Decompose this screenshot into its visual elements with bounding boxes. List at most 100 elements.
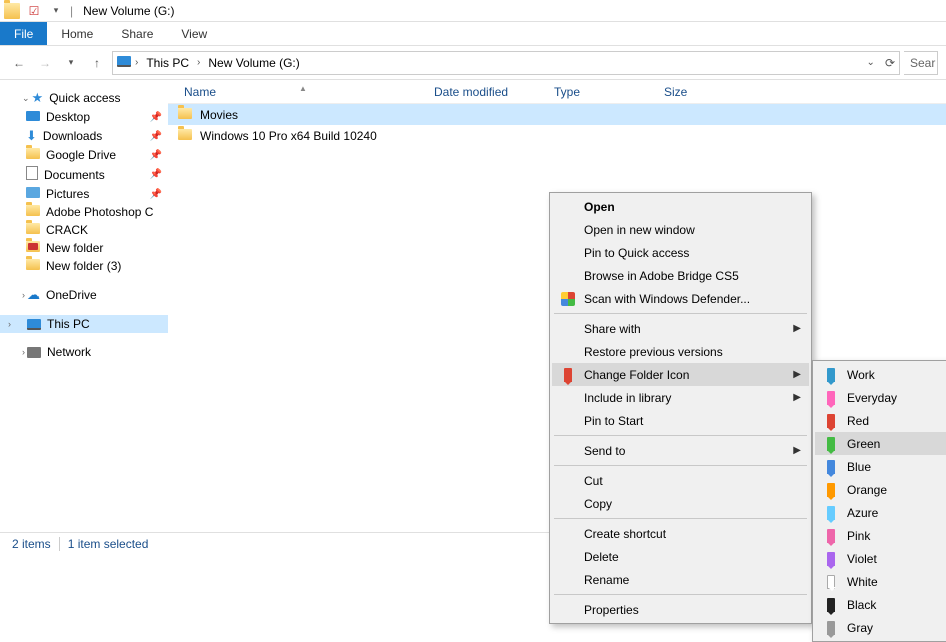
column-size[interactable]: Size <box>658 85 728 99</box>
title-bar: ☑ ▾ | New Volume (G:) <box>0 0 946 22</box>
forward-button[interactable]: → <box>34 52 56 74</box>
submenu-azure[interactable]: Azure <box>815 501 946 524</box>
sidebar-this-pc[interactable]: › This PC <box>0 315 168 333</box>
context-menu: Open Open in new window Pin to Quick acc… <box>549 192 812 624</box>
caret-icon[interactable]: ⌄ <box>22 93 30 104</box>
refresh-button[interactable]: ⟳ <box>885 56 895 70</box>
pc-icon <box>27 319 41 330</box>
menu-browse-bridge[interactable]: Browse in Adobe Bridge CS5 <box>552 264 809 287</box>
submenu-work[interactable]: Work▶ <box>815 363 946 386</box>
chevron-down-icon[interactable]: ▾ <box>48 3 64 19</box>
crumb-volume[interactable]: New Volume (G:) <box>204 56 303 70</box>
menu-pin-quick-access[interactable]: Pin to Quick access <box>552 241 809 264</box>
tab-home[interactable]: Home <box>47 22 107 45</box>
downloads-icon: ⬇ <box>26 128 37 144</box>
menu-scan-defender[interactable]: Scan with Windows Defender... <box>552 287 809 310</box>
menu-separator <box>554 435 807 436</box>
submenu-red[interactable]: Red <box>815 409 946 432</box>
submenu-everyday[interactable]: Everyday▶ <box>815 386 946 409</box>
chevron-right-icon: ▶ <box>793 392 801 403</box>
back-button[interactable]: ← <box>8 52 30 74</box>
separator <box>59 537 60 551</box>
menu-copy[interactable]: Copy <box>552 492 809 515</box>
sidebar-item[interactable]: Documents📌 <box>0 164 168 185</box>
chevron-right-icon[interactable]: › <box>8 319 11 329</box>
sidebar-label: OneDrive <box>46 288 97 302</box>
pin-icon: 📌 <box>150 189 162 200</box>
submenu-blue[interactable]: Blue <box>815 455 946 478</box>
submenu-violet[interactable]: Violet <box>815 547 946 570</box>
sidebar-item[interactable]: New folder (3) <box>0 257 168 275</box>
menu-pin-start[interactable]: Pin to Start <box>552 409 809 432</box>
tab-view[interactable]: View <box>167 22 221 45</box>
sidebar-quick-access[interactable]: ⌄ ★ Quick access <box>0 88 168 108</box>
chevron-right-icon: ▶ <box>793 369 801 380</box>
menu-change-folder-icon[interactable]: Change Folder Icon▶ <box>552 363 809 386</box>
chevron-right-icon[interactable]: › <box>22 347 25 357</box>
menu-separator <box>554 594 807 595</box>
pin-icon: 📌 <box>150 169 162 180</box>
column-date[interactable]: Date modified <box>428 85 548 99</box>
menu-open-new-window[interactable]: Open in new window <box>552 218 809 241</box>
cloud-icon: ☁ <box>27 287 40 303</box>
menu-separator <box>554 313 807 314</box>
navigation-pane: ⌄ ★ Quick access Desktop📌⬇Downloads📌Goog… <box>0 80 168 532</box>
folder-icon <box>26 205 40 219</box>
menu-cut[interactable]: Cut <box>552 469 809 492</box>
up-button[interactable]: ↑ <box>86 52 108 74</box>
tab-file[interactable]: File <box>0 22 47 45</box>
sidebar-item[interactable]: Google Drive📌 <box>0 146 168 164</box>
menu-create-shortcut[interactable]: Create shortcut <box>552 522 809 545</box>
menu-properties[interactable]: Properties <box>552 598 809 621</box>
submenu-white[interactable]: White <box>815 570 946 593</box>
sidebar-onedrive[interactable]: › ☁ OneDrive <box>0 285 168 305</box>
file-list-pane: Name▲ Date modified Type Size MoviesWind… <box>168 80 946 532</box>
file-row[interactable]: Movies <box>168 104 946 125</box>
tab-share[interactable]: Share <box>107 22 167 45</box>
bookmark-icon <box>823 483 839 497</box>
bookmark-icon <box>823 506 839 520</box>
column-headers: Name▲ Date modified Type Size <box>168 80 946 104</box>
chevron-down-icon[interactable]: ⌄ <box>867 57 875 68</box>
chevron-right-icon[interactable]: › <box>135 57 138 68</box>
crumb-this-pc[interactable]: This PC <box>142 56 193 70</box>
sidebar-item[interactable]: ⬇Downloads📌 <box>0 126 168 146</box>
sidebar-item[interactable]: Adobe Photoshop C <box>0 203 168 221</box>
sidebar-item[interactable]: CRACK <box>0 221 168 239</box>
submenu-black[interactable]: Black <box>815 593 946 616</box>
separator: | <box>70 4 73 18</box>
folder-icon <box>26 148 40 162</box>
chevron-right-icon: ▶ <box>793 323 801 334</box>
menu-open[interactable]: Open <box>552 195 809 218</box>
submenu-orange[interactable]: Orange <box>815 478 946 501</box>
sidebar-item[interactable]: New folder <box>0 239 168 257</box>
sidebar-item[interactable]: Desktop📌 <box>0 108 168 126</box>
submenu-gray[interactable]: Gray <box>815 616 946 639</box>
menu-rename[interactable]: Rename <box>552 568 809 591</box>
menu-send-to[interactable]: Send to▶ <box>552 439 809 462</box>
bookmark-icon <box>823 414 839 428</box>
chevron-right-icon[interactable]: › <box>22 290 25 300</box>
menu-include-library[interactable]: Include in library▶ <box>552 386 809 409</box>
sidebar-network[interactable]: › Network <box>0 343 168 361</box>
shield-icon <box>560 292 576 306</box>
column-name[interactable]: Name▲ <box>178 85 428 99</box>
properties-icon[interactable]: ☑ <box>26 3 42 19</box>
submenu-pink[interactable]: Pink <box>815 524 946 547</box>
search-input[interactable]: Sear <box>904 51 938 75</box>
menu-delete[interactable]: Delete <box>552 545 809 568</box>
menu-restore-versions[interactable]: Restore previous versions <box>552 340 809 363</box>
status-selected-count: 1 item selected <box>68 537 149 551</box>
recent-dropdown[interactable]: ▾ <box>60 52 82 74</box>
menu-share-with[interactable]: Share with▶ <box>552 317 809 340</box>
chevron-right-icon[interactable]: › <box>197 57 200 68</box>
docs-icon <box>26 166 38 183</box>
file-row[interactable]: Windows 10 Pro x64 Build 10240 <box>168 125 946 146</box>
menu-separator <box>554 465 807 466</box>
pin-icon: 📌 <box>150 112 162 123</box>
address-bar[interactable]: › This PC › New Volume (G:) ⌄ ⟳ <box>112 51 900 75</box>
column-type[interactable]: Type <box>548 85 658 99</box>
submenu-green[interactable]: Green <box>815 432 946 455</box>
quick-access-toolbar: ☑ ▾ <box>4 3 64 19</box>
sidebar-item[interactable]: Pictures📌 <box>0 185 168 203</box>
